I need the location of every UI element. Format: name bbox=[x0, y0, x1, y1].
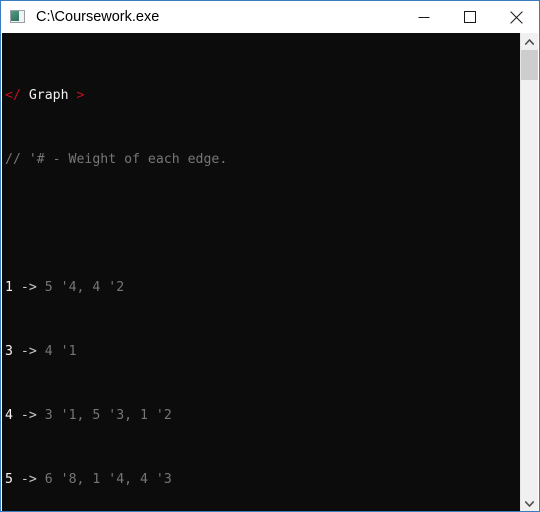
chevron-up-icon bbox=[525, 38, 534, 45]
edge-row: 4 -> 3 '1, 5 '3, 1 '2 bbox=[5, 408, 505, 424]
window-title: C:\Coursework.exe bbox=[36, 9, 160, 25]
graph-legend: // '# - Weight of each edge. bbox=[5, 152, 228, 167]
edge-targets: 3 '1, 5 '3, 1 '2 bbox=[44, 408, 172, 423]
console-text: </ Graph > // '# - Weight of each edge. … bbox=[5, 40, 505, 511]
edge-arrow: -> bbox=[20, 344, 37, 359]
close-button[interactable] bbox=[493, 1, 539, 33]
edge-targets: 5 '4, 4 '2 bbox=[44, 280, 125, 295]
vertical-scrollbar[interactable] bbox=[520, 33, 538, 511]
edge-targets: 4 '1 bbox=[44, 344, 77, 359]
console-window: C:\Coursework.exe </ Graph > // '# - Wei… bbox=[0, 0, 540, 512]
title-bar[interactable]: C:\Coursework.exe bbox=[1, 1, 539, 33]
scroll-up-button[interactable] bbox=[521, 33, 538, 50]
graph-tag-close: > bbox=[76, 88, 85, 103]
edge-source: 3 bbox=[5, 344, 13, 359]
edge-row: 3 -> 4 '1 bbox=[5, 344, 505, 360]
chevron-down-icon bbox=[525, 500, 534, 507]
edge-source: 1 bbox=[5, 280, 13, 295]
edge-targets: 6 '8, 1 '4, 4 '3 bbox=[44, 472, 172, 487]
edge-source: 4 bbox=[5, 408, 13, 423]
edge-arrow: -> bbox=[20, 472, 37, 487]
maximize-icon bbox=[464, 11, 476, 23]
console-output-area[interactable]: </ Graph > // '# - Weight of each edge. … bbox=[2, 33, 522, 511]
graph-tag-name-wrap: Graph bbox=[21, 88, 77, 103]
console-app-icon bbox=[10, 9, 26, 25]
graph-tag-name: Graph bbox=[28, 88, 69, 103]
edge-arrow: -> bbox=[20, 408, 37, 423]
edge-row: 1 -> 5 '4, 4 '2 bbox=[5, 280, 505, 296]
close-icon bbox=[509, 10, 523, 24]
graph-section-header: </ Graph > bbox=[5, 88, 505, 104]
scrollbar-thumb[interactable] bbox=[521, 50, 538, 80]
edge-row: 5 -> 6 '8, 1 '4, 4 '3 bbox=[5, 472, 505, 488]
minimize-icon bbox=[418, 17, 430, 18]
graph-tag-open: </ bbox=[5, 88, 21, 103]
maximize-button[interactable] bbox=[447, 1, 493, 33]
edge-arrow: -> bbox=[20, 280, 37, 295]
scroll-down-button[interactable] bbox=[521, 495, 538, 511]
window-controls bbox=[401, 1, 539, 33]
minimize-button[interactable] bbox=[401, 1, 447, 33]
edge-source: 5 bbox=[5, 472, 13, 487]
